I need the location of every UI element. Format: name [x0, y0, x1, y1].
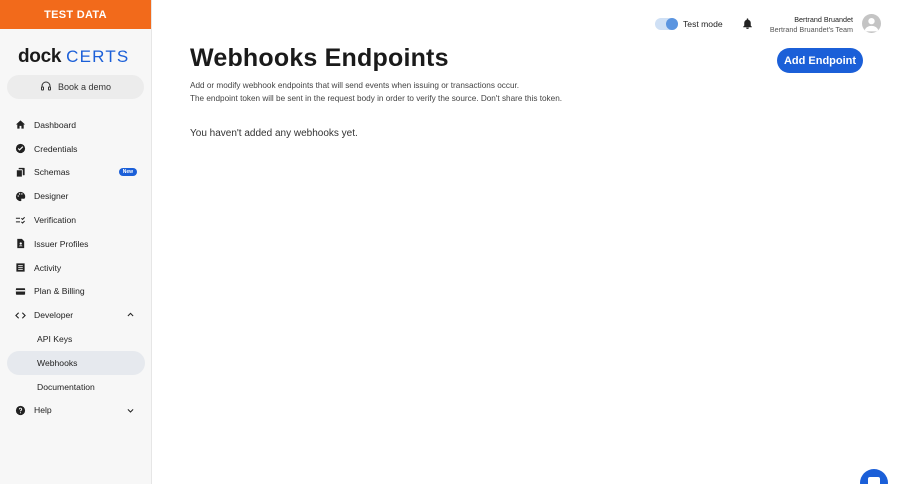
- sidebar-item-label: Schemas: [34, 167, 70, 178]
- sidebar-item-label: Help: [34, 405, 52, 416]
- avatar[interactable]: [862, 14, 881, 33]
- toggle-knob: [666, 18, 678, 30]
- user-name: Bertrand Bruandet: [794, 15, 853, 24]
- add-endpoint-button[interactable]: Add Endpoint: [777, 48, 863, 73]
- page-title: Webhooks Endpoints: [190, 44, 449, 72]
- sidebar-item-plan-billing[interactable]: Plan & Billing: [0, 280, 152, 304]
- page-description: Add or modify webhook endpoints that wil…: [190, 80, 562, 105]
- sidebar-nav: Dashboard Credentials Schemas New Design…: [0, 113, 152, 422]
- verified-badge-icon: [15, 143, 26, 154]
- sidebar-item-label: Dashboard: [34, 119, 77, 130]
- chevron-up-icon[interactable]: [126, 310, 135, 319]
- sidebar-item-activity[interactable]: Activity: [0, 256, 152, 280]
- test-mode-label: Test mode: [683, 19, 723, 29]
- sidebar-subitem-label: Webhooks: [37, 357, 78, 368]
- sidebar-item-label: Credentials: [34, 143, 78, 154]
- headset-icon: [40, 80, 52, 94]
- checklist-icon: [15, 215, 26, 226]
- home-icon: [15, 119, 26, 130]
- logo[interactable]: dock CERTS: [0, 38, 151, 76]
- test-data-banner: TEST DATA: [0, 0, 151, 29]
- sidebar-item-credentials[interactable]: Credentials: [0, 137, 152, 161]
- sidebar-item-label: Plan & Billing: [34, 286, 85, 297]
- logo-certs-text: CERTS: [66, 47, 130, 66]
- sidebar-item-label: Developer: [34, 310, 74, 321]
- file-user-icon: [15, 238, 26, 249]
- sidebar-subitem-api-keys[interactable]: API Keys: [0, 327, 152, 351]
- bell-icon[interactable]: [741, 17, 754, 30]
- sidebar-item-label: Activity: [34, 262, 62, 273]
- user-avatar-icon: [864, 17, 879, 32]
- sidebar: TEST DATA dock CERTS Book a demo Dashboa…: [0, 0, 152, 484]
- sidebar-item-verification[interactable]: Verification: [0, 208, 152, 232]
- copy-icon: [15, 167, 26, 178]
- sidebar-subitem-documentation[interactable]: Documentation: [0, 375, 152, 399]
- sidebar-subitem-webhooks[interactable]: Webhooks: [7, 350, 145, 375]
- sidebar-item-label: Verification: [34, 215, 77, 226]
- chevron-down-icon[interactable]: [126, 406, 135, 415]
- credit-card-icon: [15, 286, 26, 297]
- book-demo-label: Book a demo: [57, 82, 112, 92]
- empty-state-message: You haven't added any webhooks yet.: [190, 128, 358, 139]
- chat-launcher-button[interactable]: [860, 469, 888, 484]
- sidebar-item-designer[interactable]: Designer: [0, 184, 152, 208]
- user-team: Bertrand Bruandet's Team: [769, 25, 853, 34]
- sidebar-item-developer[interactable]: Developer: [0, 303, 152, 327]
- list-icon: [15, 262, 26, 273]
- chat-icon: [868, 477, 880, 484]
- sidebar-subitem-label: API Keys: [37, 334, 73, 345]
- description-line-1: Add or modify webhook endpoints that wil…: [190, 81, 520, 90]
- test-mode-toggle[interactable]: [655, 18, 678, 30]
- sidebar-subitem-label: Documentation: [37, 381, 95, 392]
- sidebar-item-label: Designer: [34, 191, 69, 202]
- sidebar-item-help[interactable]: Help: [0, 399, 152, 423]
- sidebar-item-label: Issuer Profiles: [34, 238, 89, 249]
- sidebar-item-dashboard[interactable]: Dashboard: [0, 113, 152, 137]
- new-badge: New: [118, 167, 137, 176]
- book-demo-button[interactable]: Book a demo: [7, 75, 144, 99]
- sidebar-item-schemas[interactable]: Schemas New: [0, 161, 152, 185]
- description-line-2: The endpoint token will be sent in the r…: [190, 93, 563, 103]
- logo-dock-text: dock: [18, 46, 62, 67]
- help-icon: [15, 405, 26, 416]
- sidebar-item-issuer-profiles[interactable]: Issuer Profiles: [0, 232, 152, 256]
- palette-icon: [15, 191, 26, 202]
- code-icon: [15, 310, 26, 321]
